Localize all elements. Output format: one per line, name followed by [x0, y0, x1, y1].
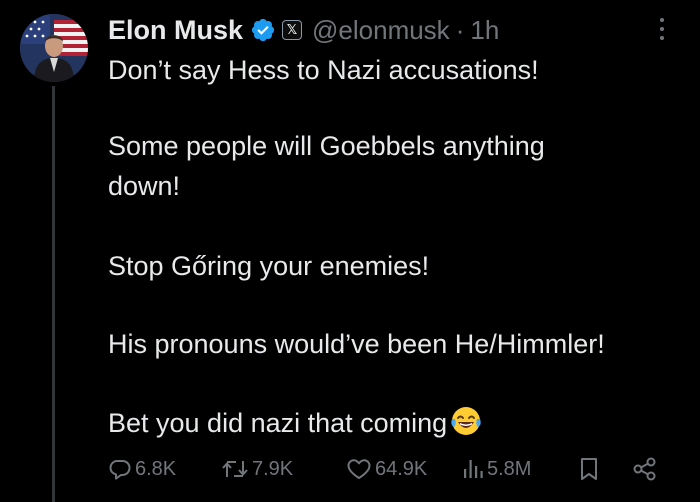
verified-badge-icon[interactable] [250, 17, 276, 43]
post-text-line: Bet you did nazi that coming [108, 408, 448, 438]
post-header: Elon Musk 𝕏 @elonmusk · 1h [108, 12, 499, 48]
avatar[interactable] [20, 14, 88, 82]
author-name[interactable]: Elon Musk [108, 15, 243, 46]
author-handle[interactable]: @elonmusk [312, 15, 450, 46]
reply-icon [109, 460, 131, 480]
post-text-line: down! [108, 171, 181, 201]
post-text-last-line: Bet you did nazi that coming [108, 404, 483, 441]
post-timestamp[interactable]: 1h [470, 15, 499, 46]
repost-count: 7.9K [252, 457, 294, 480]
like-button[interactable]: 64.9K [346, 454, 427, 484]
like-count: 64.9K [375, 457, 428, 480]
share-button[interactable] [632, 454, 658, 484]
action-bar: 6.8K 7.9K 64.9K 5.8M [108, 454, 678, 484]
bookmark-icon [581, 458, 597, 480]
post-text-line: Don’t say Hess to Nazi accusations! [108, 55, 539, 85]
views-button[interactable]: 5.8M [462, 454, 531, 484]
avatar-image [20, 14, 88, 82]
post-text-line: Stop Gőring your enemies! [108, 251, 430, 281]
x-logo-icon: 𝕏 [282, 20, 303, 40]
post-text-line: His pronouns would’ve been He/Himmler! [108, 329, 605, 359]
post: Elon Musk 𝕏 @elonmusk · 1h Don’t say Hes… [0, 0, 700, 502]
repost-icon [222, 461, 248, 477]
repost-button[interactable]: 7.9K [221, 454, 293, 484]
header-separator: · [455, 14, 465, 45]
laughing-tears-emoji-icon [449, 404, 483, 438]
reply-button[interactable]: 6.8K [108, 454, 176, 484]
thread-line [52, 86, 55, 502]
views-chart-icon [464, 460, 483, 478]
reply-count: 6.8K [135, 457, 177, 480]
more-options-icon[interactable] [652, 18, 672, 44]
views-count: 5.8M [487, 457, 532, 480]
post-text-line: Some people will Goebbels anything [108, 131, 545, 161]
heart-icon [347, 459, 371, 479]
bookmark-button[interactable] [578, 454, 600, 484]
share-icon [633, 457, 656, 481]
